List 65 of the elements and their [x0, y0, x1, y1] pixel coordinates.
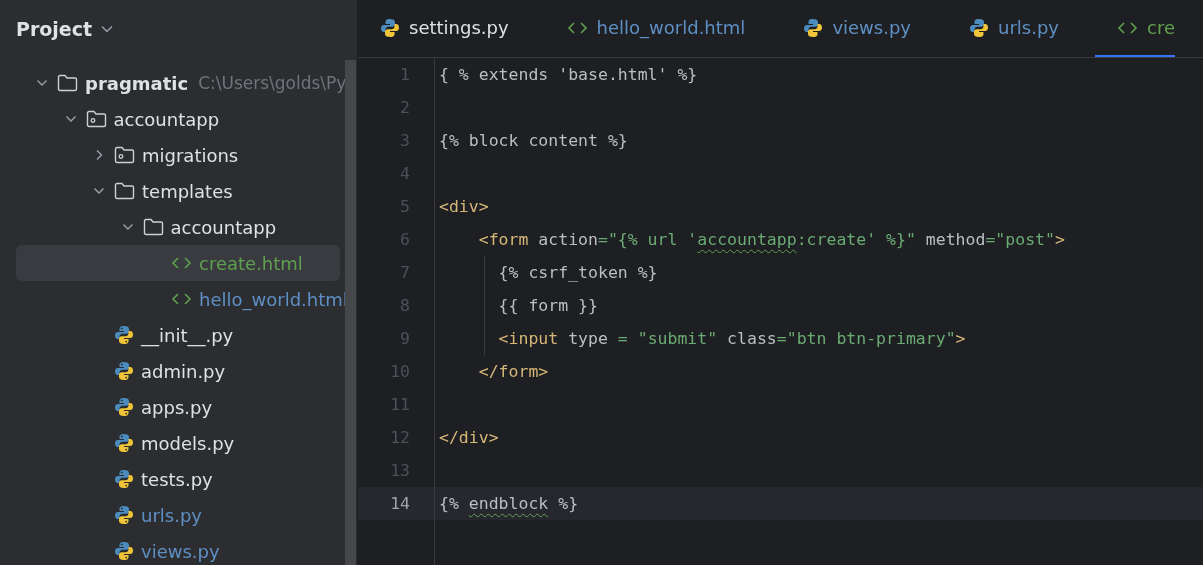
- tree-item[interactable]: templates: [16, 173, 340, 209]
- item-label: templates: [142, 180, 233, 202]
- python-icon: [114, 361, 134, 381]
- python-icon: [114, 397, 134, 417]
- project-path: C:\Users\golds\Py: [198, 73, 347, 93]
- code-line: </div>: [439, 428, 499, 447]
- tree-item[interactable]: admin.py: [16, 353, 340, 389]
- code-line: {{ form }}: [497, 296, 598, 315]
- code-line: <input type = "submit" class="btn btn-primary">: [497, 329, 966, 348]
- item-label: models.py: [141, 432, 235, 454]
- code-line: <div>: [439, 197, 489, 216]
- code-line: {% csrf_token %}: [497, 263, 658, 282]
- folder-icon: [114, 182, 135, 200]
- code-brackets-icon: [1117, 20, 1138, 35]
- folder-icon: [142, 218, 164, 236]
- tree-item[interactable]: apps.py: [16, 389, 340, 425]
- code-line: {% block content %}: [439, 131, 628, 150]
- code-line: {% endblock %}: [439, 494, 579, 513]
- tree-item[interactable]: tests.py: [16, 461, 340, 497]
- code-line: { % extends 'base.html' %}: [439, 65, 698, 84]
- tree-item[interactable]: urls.py: [16, 497, 340, 533]
- python-icon: [969, 17, 989, 38]
- code-brackets-icon: [171, 256, 192, 270]
- item-label: migrations: [142, 144, 239, 166]
- item-label: tests.py: [141, 468, 213, 490]
- item-label: __init__.py: [141, 324, 234, 346]
- editor-tab[interactable]: hello_world.html: [544, 0, 782, 57]
- item-label: create.html: [199, 252, 303, 274]
- item-label: pragmatic: [85, 72, 189, 94]
- folder-icon: [57, 74, 78, 92]
- python-icon: [114, 433, 134, 453]
- item-label: apps.py: [141, 396, 213, 418]
- python-icon: [114, 505, 134, 525]
- code-brackets-icon: [171, 292, 192, 306]
- item-label: hello_world.html: [199, 288, 348, 310]
- item-label: admin.py: [141, 360, 226, 382]
- editor-tab[interactable]: urls.py: [947, 0, 1095, 57]
- code-line: <form action="{% url 'accountapp:create' %}" method="post">: [477, 230, 1065, 249]
- python-icon: [114, 469, 134, 489]
- panel-title[interactable]: Project: [16, 18, 93, 40]
- python-icon: [803, 17, 824, 38]
- editor-tab[interactable]: cre: [1095, 0, 1175, 57]
- python-icon: [114, 541, 134, 561]
- item-label: urls.py: [141, 504, 202, 526]
- package-folder-icon: [114, 146, 135, 164]
- item-label: views.py: [141, 540, 220, 562]
- item-label: accountapp: [113, 108, 220, 130]
- editor-tab[interactable]: views.py: [781, 0, 947, 57]
- tree-item[interactable]: views.py: [16, 533, 340, 565]
- chevron-down-icon[interactable]: [101, 25, 114, 33]
- tree-item[interactable]: create.html: [16, 245, 340, 281]
- line-number: 14: [389, 494, 410, 513]
- item-label: accountapp: [170, 216, 277, 238]
- tree-item[interactable]: accountapp: [16, 209, 340, 245]
- python-icon: [380, 17, 400, 38]
- tree-item[interactable]: __init__.py: [16, 317, 340, 353]
- package-folder-icon: [85, 110, 107, 128]
- scrollbar[interactable]: [345, 60, 356, 565]
- code-brackets-icon: [566, 20, 588, 35]
- code-line: </form>: [477, 362, 549, 381]
- tree-item[interactable]: accountapp: [16, 101, 340, 137]
- editor-tab[interactable]: settings.py: [358, 0, 545, 57]
- python-icon: [114, 325, 134, 345]
- tree-item[interactable]: migrations: [16, 137, 340, 173]
- tree-item[interactable]: models.py: [16, 425, 340, 461]
